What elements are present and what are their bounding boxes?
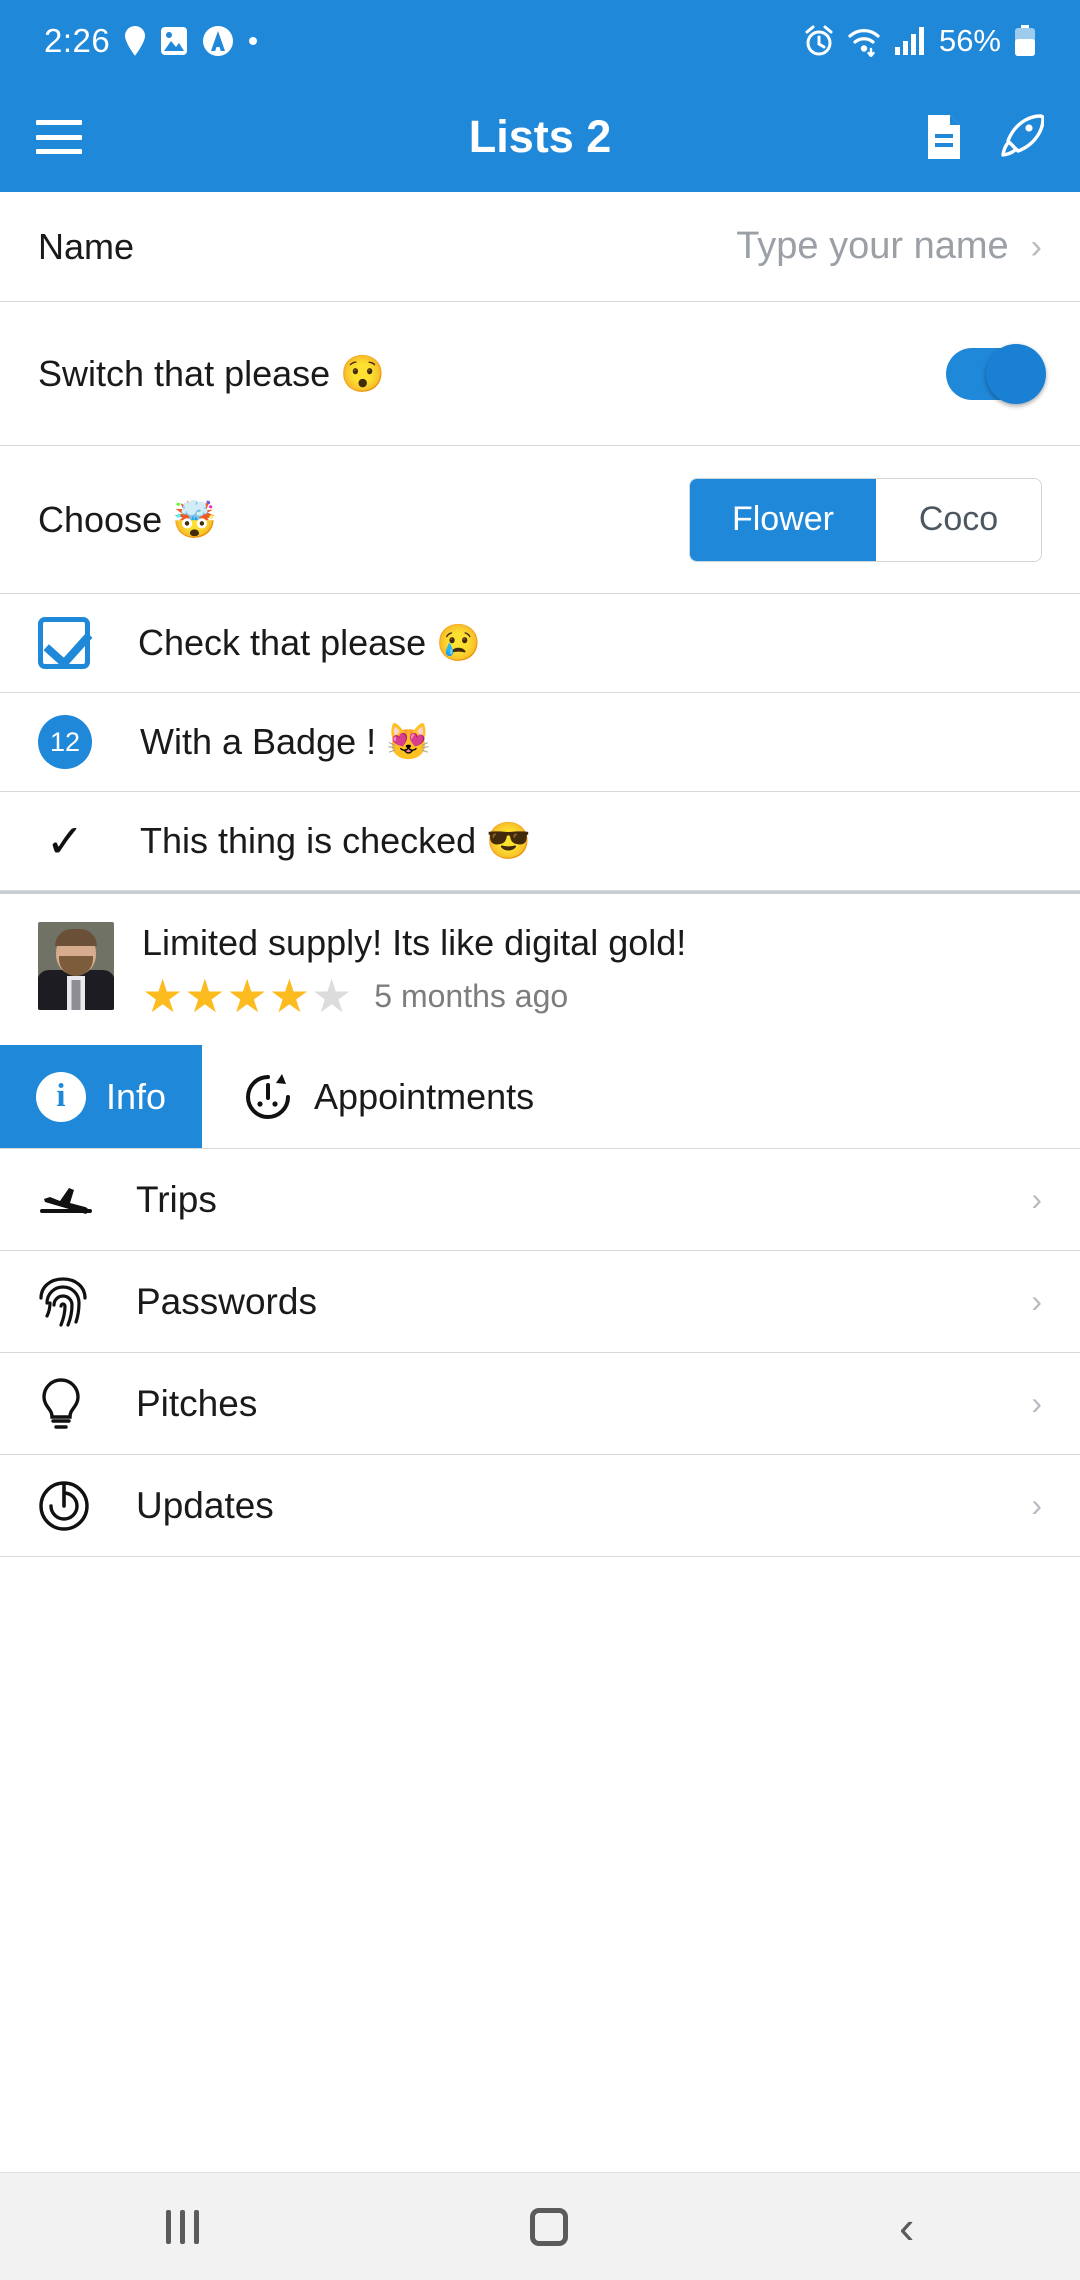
android-nav-bar: ‹: [0, 2172, 1080, 2280]
tab-appointments-label: Appointments: [314, 1075, 535, 1117]
page-title: Lists 2: [468, 111, 612, 162]
document-icon[interactable]: [924, 113, 964, 161]
tick-label: This thing is checked 😎: [140, 820, 531, 861]
hamburger-menu-icon[interactable]: [36, 120, 82, 154]
segmented-control: Flower Coco: [688, 477, 1042, 562]
review-body: Limited supply! Its like digital gold! ★…: [142, 922, 1042, 1019]
review-meta: ★ ★ ★ ★ ★ 5 months ago: [142, 973, 1042, 1019]
battery-percent: 56%: [938, 23, 1001, 58]
list-item-passwords-label: Passwords: [136, 1280, 317, 1322]
row-switch[interactable]: Switch that please 😯: [0, 302, 1080, 446]
app-bar: Lists 2: [0, 82, 1080, 192]
badge-label: With a Badge ! 😻: [140, 721, 431, 762]
circle-a-icon: [202, 25, 234, 57]
name-input[interactable]: Type your name: [736, 225, 1008, 268]
tab-appointments[interactable]: Appointments: [202, 1045, 570, 1148]
home-icon[interactable]: [529, 2207, 568, 2246]
row-check[interactable]: Check that please 😢: [0, 594, 1080, 693]
star-4-filled-icon: ★: [268, 970, 310, 1023]
location-pin-icon: [124, 26, 146, 56]
review-timestamp: 5 months ago: [374, 977, 569, 1014]
row-tick[interactable]: ✓ This thing is checked 😎: [0, 792, 1080, 891]
tab-info[interactable]: i Info: [0, 1045, 203, 1149]
badge-count: 12: [38, 715, 92, 769]
star-2-filled-icon: ★: [184, 970, 226, 1023]
list-item-pitches[interactable]: Pitches ›: [0, 1353, 1080, 1456]
row-choose[interactable]: Choose 🤯 Flower Coco: [0, 446, 1080, 594]
tab-bar: i Info Appointments: [0, 1045, 1080, 1150]
toggle-switch[interactable]: [946, 343, 1046, 404]
list-item-pitches-label: Pitches: [136, 1382, 258, 1424]
airplane-landing-icon: [38, 1178, 106, 1222]
chevron-right-icon: ›: [1031, 1181, 1042, 1218]
info-icon: i: [36, 1071, 86, 1122]
review-title: Limited supply! Its like digital gold!: [142, 922, 687, 963]
star-3-filled-icon: ★: [226, 970, 268, 1023]
star-1-filled-icon: ★: [142, 970, 184, 1023]
status-bar: 2:26 56%: [0, 0, 1080, 82]
switch-label: Switch that please 😯: [38, 352, 385, 394]
chevron-right-icon: ›: [1030, 227, 1042, 266]
row-name[interactable]: Name Type your name ›: [0, 192, 1080, 302]
review-card[interactable]: Limited supply! Its like digital gold! ★…: [0, 891, 1080, 1045]
chevron-right-icon: ›: [1031, 1385, 1042, 1422]
name-value-wrap: Type your name ›: [736, 225, 1042, 268]
list-item-updates[interactable]: Updates ›: [0, 1455, 1080, 1558]
check-label: Check that please 😢: [138, 622, 482, 663]
recents-icon[interactable]: [165, 2209, 199, 2244]
tab-info-label: Info: [106, 1075, 167, 1117]
list-item-trips-label: Trips: [136, 1178, 217, 1220]
segment-coco[interactable]: Coco: [876, 478, 1041, 561]
signal-icon: [894, 26, 926, 56]
status-bar-right: 56%: [804, 23, 1036, 59]
battery-icon: [1014, 25, 1036, 57]
clock-icon: [242, 1071, 294, 1123]
content-scroll[interactable]: Name Type your name › Switch that please…: [0, 192, 1080, 2172]
status-time: 2:26: [44, 22, 111, 59]
chevron-right-icon: ›: [1031, 1487, 1042, 1524]
choose-label: Choose 🤯: [38, 498, 217, 540]
segment-flower[interactable]: Flower: [689, 478, 876, 561]
power-update-icon: [38, 1480, 106, 1532]
checkbox-checked-icon[interactable]: [38, 617, 90, 669]
rocket-icon[interactable]: [998, 113, 1044, 161]
dot-icon: [248, 36, 258, 46]
alarm-icon: [804, 25, 834, 57]
list-item-passwords[interactable]: Passwords ›: [0, 1251, 1080, 1354]
switch-knob: [986, 343, 1046, 404]
star-5-empty-icon: ★: [311, 970, 353, 1023]
name-label: Name: [38, 225, 135, 267]
rating-stars[interactable]: ★ ★ ★ ★ ★: [142, 973, 352, 1019]
status-bar-left: 2:26: [44, 22, 258, 60]
lightbulb-icon: [38, 1377, 106, 1431]
list-item-trips[interactable]: Trips ›: [0, 1149, 1080, 1252]
phone-screen: 2:26 56% Lists 2 Name Type your name › S…: [0, 0, 1080, 2280]
fingerprint-icon: [38, 1276, 106, 1328]
wifi-icon: [847, 25, 881, 57]
avatar: [38, 922, 114, 1010]
image-icon: [160, 26, 188, 56]
back-icon[interactable]: ‹: [899, 2204, 914, 2250]
row-badge[interactable]: 12 With a Badge ! 😻: [0, 693, 1080, 792]
checkmark-icon: ✓: [45, 815, 85, 867]
app-bar-actions: [924, 113, 1044, 161]
list-item-updates-label: Updates: [136, 1484, 274, 1526]
chevron-right-icon: ›: [1031, 1283, 1042, 1320]
switch-wrap: [946, 343, 1046, 404]
